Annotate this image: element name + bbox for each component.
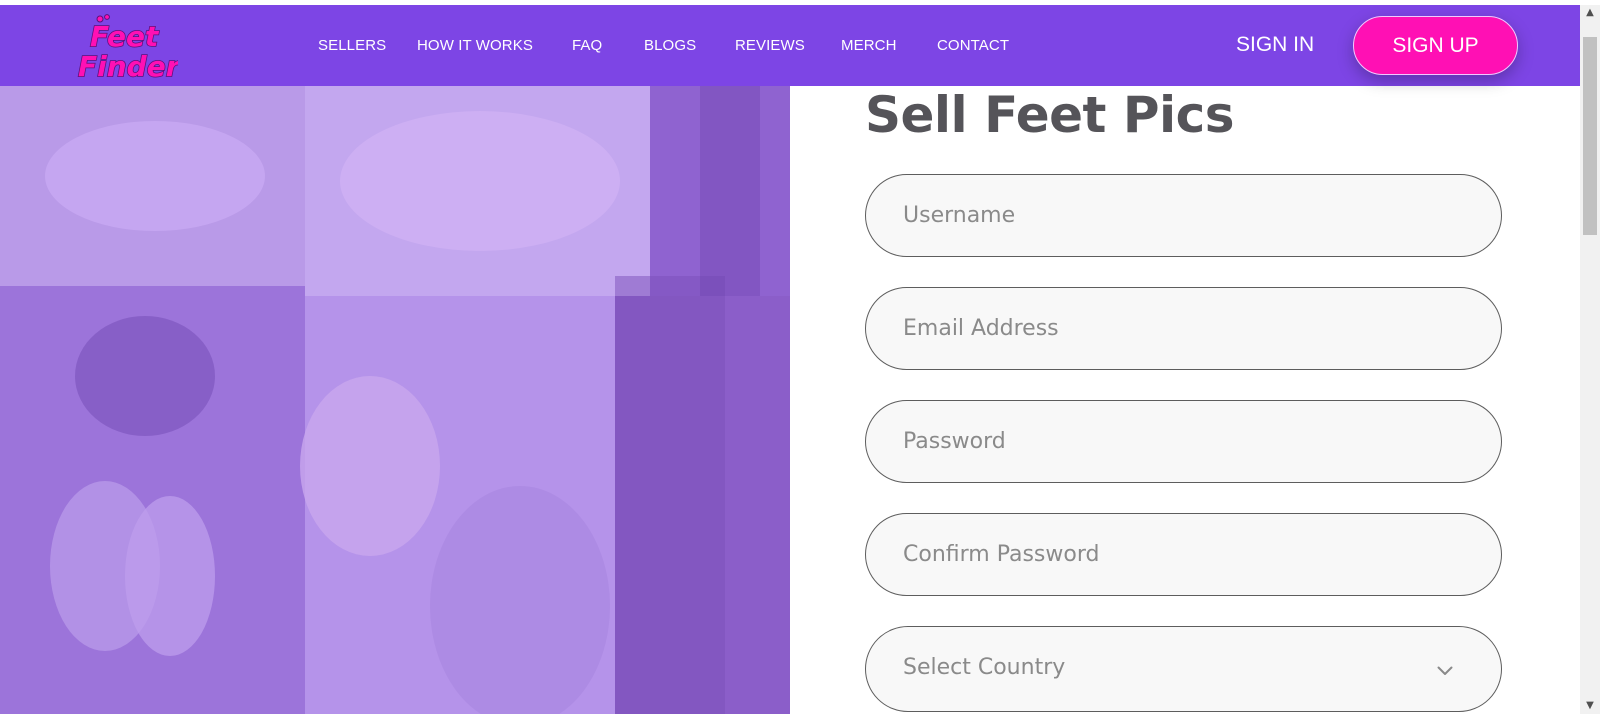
nav-contact[interactable]: CONTACT [937,37,1009,54]
logo-text-line2: Finder [78,50,178,80]
top-navbar: Feet Finder SELLERS HOW IT WORKS FAQ BLO… [0,5,1580,86]
nav-reviews[interactable]: REVIEWS [735,37,805,54]
nav-merch[interactable]: MERCH [841,37,897,54]
nav-blogs[interactable]: BLOGS [644,37,696,54]
password-input[interactable] [865,400,1502,483]
country-select[interactable]: Select Country [865,626,1502,712]
confirm-password-input[interactable] [865,513,1502,596]
feetfinder-logo[interactable]: Feet Finder [74,14,178,80]
arrow-down-icon[interactable]: ▼ [1580,698,1600,714]
email-input[interactable] [865,287,1502,370]
scrollbar-thumb[interactable] [1583,37,1597,235]
page-scrollbar[interactable]: ▲ ▼ [1580,5,1600,714]
arrow-up-icon[interactable]: ▲ [1580,5,1600,21]
sign-in-link[interactable]: SIGN IN [1236,33,1314,57]
username-input[interactable] [865,174,1502,257]
nav-sellers[interactable]: SELLERS [318,37,386,54]
chevron-down-icon [1437,661,1453,680]
hero-photo-collage [0,86,790,714]
country-select-label: Select Country [903,655,1066,680]
sign-up-button[interactable]: SIGN UP [1353,16,1518,75]
page-title: Sell Feet Pics [865,86,1235,144]
nav-faq[interactable]: FAQ [572,37,602,54]
nav-how-it-works[interactable]: HOW IT WORKS [417,37,533,54]
logo-text-line1: Feet [90,20,160,53]
